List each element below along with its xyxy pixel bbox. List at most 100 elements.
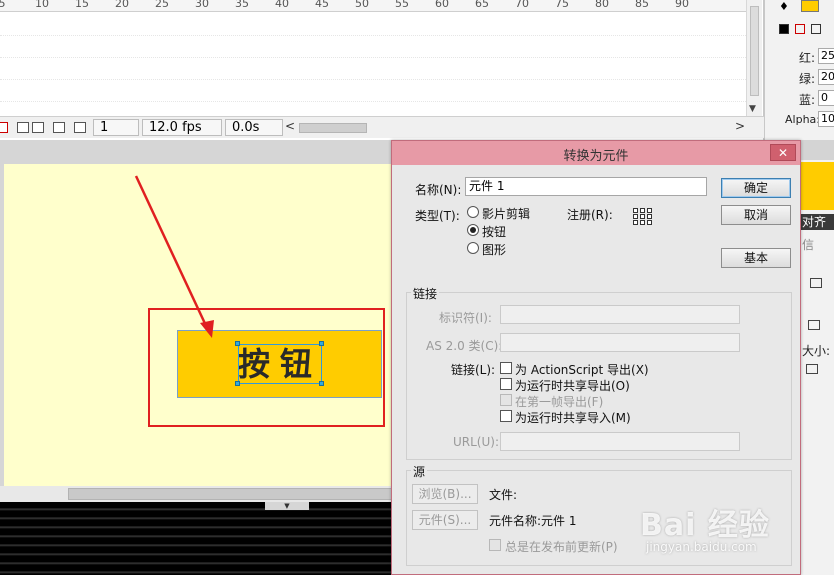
identifier-input[interactable]	[500, 305, 740, 324]
scroll-down-arrow-icon[interactable]: ▼	[749, 104, 756, 114]
ruler-frame-number: 30	[195, 0, 209, 10]
ok-button[interactable]: 确定	[721, 178, 791, 198]
alpha-label: Alpha:	[785, 113, 820, 126]
no-color-icon[interactable]	[795, 24, 805, 34]
timeline-vertical-scrollbar[interactable]: ▼	[746, 0, 762, 116]
url-input[interactable]	[500, 432, 740, 451]
registration-label: 注册(R):	[567, 208, 613, 222]
ruler-frame-number: 40	[275, 0, 289, 10]
blue-label: 蓝:	[799, 93, 816, 107]
ruler-frame-number: 80	[595, 0, 609, 10]
file-label: 文件:	[489, 488, 518, 502]
blue-value-field[interactable]: 0	[818, 90, 834, 106]
distribute-icon[interactable]	[808, 320, 820, 330]
elapsed-time: 0.0s	[225, 119, 283, 136]
ruler-frame-number: 35	[235, 0, 249, 10]
close-button[interactable]: ✕	[770, 144, 796, 161]
type-option-button[interactable]: 按钮	[482, 223, 506, 240]
registration-grid-icon[interactable]	[633, 208, 654, 226]
symbol-name-label: 元件名称:元件 1	[489, 514, 577, 528]
paint-bucket-icon[interactable]: ♦	[779, 0, 789, 13]
always-update-checkbox[interactable]	[489, 539, 501, 551]
timeline-panel: 5 10 15 20 25 30 35 40 45 50 55 60 65 70 75 80 85 90 ▼ 1 …	[0, 0, 764, 140]
tab-info[interactable]: 信	[802, 236, 814, 253]
ruler-frame-number: 15	[75, 0, 89, 10]
url-label: URL(U):	[453, 435, 499, 449]
cancel-button[interactable]: 取消	[721, 205, 791, 225]
red-value-field[interactable]: 255	[818, 48, 834, 64]
ruler-frame-number: 70	[515, 0, 529, 10]
linkage-label: 链接(L):	[451, 363, 496, 377]
ruler-frame-number: 5	[0, 0, 12, 10]
import-runtime-sharing-checkbox[interactable]	[500, 410, 512, 422]
type-radio-button[interactable]	[467, 224, 479, 236]
align-left-icon[interactable]	[810, 278, 822, 288]
export-runtime-sharing-label[interactable]: 为运行时共享导出(O)	[515, 377, 630, 394]
frame-rate[interactable]: 12.0 fps	[142, 119, 222, 136]
type-option-movieclip[interactable]: 影片剪辑	[482, 205, 530, 222]
scrollbar-thumb[interactable]	[68, 488, 392, 500]
export-first-frame-label[interactable]: 在第一帧导出(F)	[515, 393, 603, 410]
ruler-frame-number: 65	[475, 0, 489, 10]
fill-color-swatch[interactable]	[801, 0, 819, 12]
modify-onion-markers-icon[interactable]	[74, 122, 86, 133]
green-label: 绿:	[799, 72, 816, 86]
color-panel: ♦ 红: 255 绿: 204 蓝: 0 Alpha: 100	[764, 0, 834, 140]
convert-to-symbol-dialog: 转换为元件 ✕ 名称(N): 元件 1 类型(T): 影片剪辑 按钮 图形 注册…	[391, 140, 801, 575]
type-radio-movieclip[interactable]	[467, 206, 479, 218]
match-size-icon[interactable]	[806, 364, 818, 374]
timeline-frames[interactable]	[0, 13, 746, 116]
ruler-frame-number: 90	[675, 0, 689, 10]
ruler-frame-number: 10	[35, 0, 49, 10]
as2-class-label: AS 2.0 类(C):	[426, 339, 503, 353]
scrollbar-thumb[interactable]	[750, 6, 759, 96]
layer-icon[interactable]	[0, 122, 8, 133]
black-white-icon[interactable]	[779, 24, 789, 34]
alpha-value-field[interactable]: 100	[818, 111, 834, 127]
dialog-title-bar[interactable]: 转换为元件 ✕	[392, 141, 800, 165]
type-label: 类型(T):	[415, 209, 460, 223]
panel-collapse-icon[interactable]: ▼	[265, 502, 309, 510]
onion-skin-outlines-icon[interactable]	[32, 122, 44, 133]
type-option-graphic[interactable]: 图形	[482, 241, 506, 258]
bottom-panel: ▼	[0, 502, 392, 575]
export-actionscript-label[interactable]: 为 ActionScript 导出(X)	[515, 361, 649, 378]
ruler-frame-number: 20	[115, 0, 129, 10]
export-runtime-sharing-checkbox[interactable]	[500, 378, 512, 390]
browse-button[interactable]: 浏览(B)...	[412, 484, 478, 504]
scroll-left-arrow-icon[interactable]: <	[285, 119, 295, 133]
scrollbar-thumb[interactable]	[299, 123, 367, 133]
name-input[interactable]: 元件 1	[465, 177, 707, 196]
frame-row-line	[0, 79, 746, 80]
type-radio-graphic[interactable]	[467, 242, 479, 254]
timeline-horizontal-scrollbar[interactable]: < >	[285, 119, 745, 135]
symbol-button[interactable]: 元件(S)...	[412, 510, 478, 530]
red-label: 红:	[799, 51, 816, 65]
frame-row-line	[0, 35, 746, 36]
scroll-right-arrow-icon[interactable]: >	[735, 119, 745, 133]
basic-button[interactable]: 基本	[721, 248, 791, 268]
tab-align[interactable]: 对齐	[800, 214, 834, 230]
name-label: 名称(N):	[415, 183, 462, 197]
onion-skin-icon[interactable]	[17, 122, 29, 133]
current-frame: 1	[93, 119, 139, 136]
export-first-frame-checkbox[interactable]	[500, 394, 512, 406]
stage-horizontal-scrollbar[interactable]	[0, 486, 392, 502]
as2-class-input[interactable]	[500, 333, 740, 352]
stage-area: 按钮 ▼	[0, 140, 392, 575]
green-value-field[interactable]: 204	[818, 69, 834, 85]
linkage-group-title: 链接	[411, 285, 440, 302]
annotation-highlight-box	[148, 308, 385, 427]
import-runtime-sharing-label[interactable]: 为运行时共享导入(M)	[515, 409, 631, 426]
swap-colors-icon[interactable]	[811, 24, 821, 34]
right-side-panels: 对齐 信 大小:	[800, 160, 834, 575]
always-update-label[interactable]: 总是在发布前更新(P)	[505, 538, 618, 555]
frame-row-line	[0, 57, 746, 58]
ruler-frame-number: 45	[315, 0, 329, 10]
size-label: 大小:	[802, 344, 831, 358]
ruler-frame-number: 60	[435, 0, 449, 10]
frame-ruler[interactable]: 5 10 15 20 25 30 35 40 45 50 55 60 65 70 75 80 85 90	[0, 0, 746, 12]
export-actionscript-checkbox[interactable]	[500, 362, 512, 374]
edit-multiple-frames-icon[interactable]	[53, 122, 65, 133]
timeline-status-bar: 1 12.0 fps 0.0s < >	[0, 116, 764, 138]
